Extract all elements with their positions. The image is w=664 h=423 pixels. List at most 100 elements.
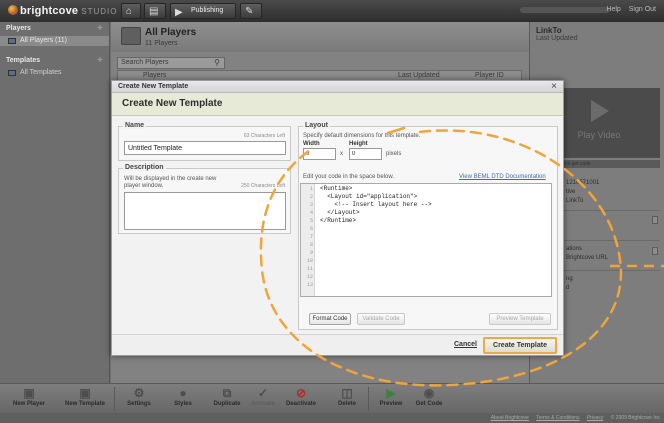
column-players[interactable]: Players — [143, 72, 166, 79]
sidebar-item-label: All Templates — [20, 69, 62, 76]
create-template-button[interactable]: Create Template — [483, 337, 557, 354]
line-number: 10 — [306, 258, 313, 264]
code-editor[interactable]: 1 2 3 4 5 6 7 8 9 10 11 12 13 <Runtime> … — [300, 183, 552, 297]
line-number: 3 — [309, 202, 313, 208]
home-button[interactable]: ⌂ — [121, 3, 141, 19]
media-button[interactable]: ▤ — [144, 3, 166, 19]
line-number: 4 — [309, 210, 313, 216]
line-number: 2 — [309, 194, 313, 200]
close-icon[interactable]: × — [551, 81, 557, 92]
format-code-button[interactable]: Format Code — [309, 313, 351, 325]
line-number-gutter: 1 2 3 4 5 6 7 8 9 10 11 12 13 — [301, 184, 315, 296]
templates-folder-icon — [8, 70, 16, 76]
dialog-heading: Create New Template — [112, 93, 563, 116]
players-section-header: Players + — [0, 22, 109, 36]
toolbar-label: Activate — [251, 401, 275, 407]
code-line: </Layout> — [320, 209, 360, 216]
terms-link[interactable]: Terms & Conditions — [536, 415, 579, 421]
delete-button[interactable]: ◫ Delete — [322, 386, 372, 412]
validate-code-button[interactable]: Validate Code — [357, 313, 405, 325]
description-textarea[interactable] — [124, 192, 286, 230]
play-icon — [591, 100, 609, 122]
get-code-button[interactable]: ◉ Get Code — [404, 386, 454, 412]
name-chars-left: 63 Characters Left — [243, 133, 285, 139]
deactivate-button[interactable]: ⊘ Deactivate — [276, 386, 326, 412]
trash-icon[interactable] — [652, 247, 658, 255]
privacy-link[interactable]: Privacy — [587, 415, 603, 421]
delete-icon: ◫ — [341, 386, 353, 400]
preview-template-button[interactable]: Preview Template — [489, 313, 551, 325]
settings-icon: ⚙ — [133, 386, 145, 400]
toolbar-label: New Player — [12, 401, 46, 407]
deactivate-icon: ⊘ — [295, 386, 307, 400]
brightcove-logo-icon — [8, 5, 18, 15]
player-id-value: 1210571001 — [566, 180, 600, 186]
detail-line: d — [566, 285, 570, 291]
toolbar-label: Duplicate — [213, 401, 241, 407]
description-label: Description — [123, 164, 166, 171]
add-template-icon[interactable]: + — [97, 55, 103, 66]
line-number: 6 — [309, 226, 313, 232]
user-name-redacted — [520, 7, 610, 13]
settings-button[interactable]: ⚙ Settings — [114, 386, 164, 412]
height-label: Height — [349, 141, 368, 147]
line-number: 1 — [309, 186, 313, 192]
sidebar: Players + All Players (11) Templates + All… — [0, 22, 110, 383]
line-number: 7 — [309, 234, 313, 240]
sidebar-item-all-templates[interactable]: All Templates — [0, 68, 109, 78]
players-header-label: Players — [6, 25, 31, 32]
trash-icon[interactable] — [652, 216, 658, 224]
column-player-id[interactable]: Player ID — [475, 72, 504, 79]
templates-section-header: Templates + — [0, 54, 109, 68]
help-link[interactable]: Help — [606, 6, 620, 13]
width-input[interactable] — [303, 148, 336, 160]
toolbar-label: Deactivate — [285, 401, 317, 407]
dimension-separator: x — [340, 151, 343, 157]
name-input[interactable] — [124, 141, 286, 155]
description-hint: Will be displayed in the create new play… — [124, 176, 217, 189]
toolbar-label: Get Code — [415, 401, 443, 407]
cancel-link[interactable]: Cancel — [454, 341, 477, 348]
pixels-label: pixels — [386, 151, 402, 157]
detail-title: LinkTo — [536, 26, 562, 35]
dialog-titlebar: Create New Template × — [112, 81, 563, 93]
sidebar-item-label: All Players (11) — [20, 37, 67, 44]
height-input[interactable] — [349, 148, 382, 160]
new-template-button[interactable]: ▣ New Template — [60, 386, 110, 412]
width-label: Width — [303, 141, 320, 147]
publishing-button[interactable]: ▶ Publishing — [170, 3, 236, 19]
new-player-icon: ▣ — [23, 386, 35, 400]
about-link[interactable]: About Brightcove — [491, 415, 529, 421]
search-input[interactable]: Search Players ⚲ — [117, 57, 225, 69]
copyright-text: © 2009 Brightcove Inc — [610, 415, 660, 421]
code-line: <Runtime> — [320, 185, 353, 192]
detail-subtitle: Last Updated — [536, 35, 578, 42]
description-fieldset: Description Will be displayed in the cre… — [118, 164, 291, 234]
layout-label: Layout — [303, 122, 330, 129]
edit-button[interactable]: ✎ — [240, 3, 262, 19]
search-icon[interactable]: ⚲ — [214, 58, 220, 67]
styles-button[interactable]: ● Styles — [158, 386, 208, 412]
line-number: 12 — [306, 274, 313, 280]
sidebar-item-all-players[interactable]: All Players (11) — [0, 36, 109, 46]
line-number: 13 — [306, 282, 313, 288]
footer: About Brightcove Terms & Conditions Priv… — [0, 413, 664, 423]
column-last-updated[interactable]: Last Updated — [398, 72, 440, 79]
get-code-icon: ◉ — [423, 386, 435, 400]
styles-icon: ● — [179, 386, 187, 400]
detail-line: tive — [566, 189, 576, 195]
add-player-icon[interactable]: + — [97, 23, 103, 34]
toolbar-label: Delete — [337, 401, 356, 407]
search-placeholder: Search Players — [121, 59, 169, 66]
toolbar-label: Settings — [127, 401, 151, 407]
beml-documentation-link[interactable]: View BEML DTD Documentation — [459, 174, 546, 180]
layout-hint: Specify default dimensions for this temp… — [303, 133, 421, 139]
new-player-button[interactable]: ▣ New Player — [4, 386, 54, 412]
edit-icon: ✎ — [245, 6, 254, 17]
line-number: 8 — [309, 242, 313, 248]
code-line: <!-- Insert layout here --> — [320, 201, 432, 208]
detail-line: Brightcove URL — [566, 255, 609, 261]
sign-out-link[interactable]: Sign Out — [629, 6, 656, 13]
brightcove-logo[interactable]: brightcove STUDIO — [8, 5, 117, 17]
